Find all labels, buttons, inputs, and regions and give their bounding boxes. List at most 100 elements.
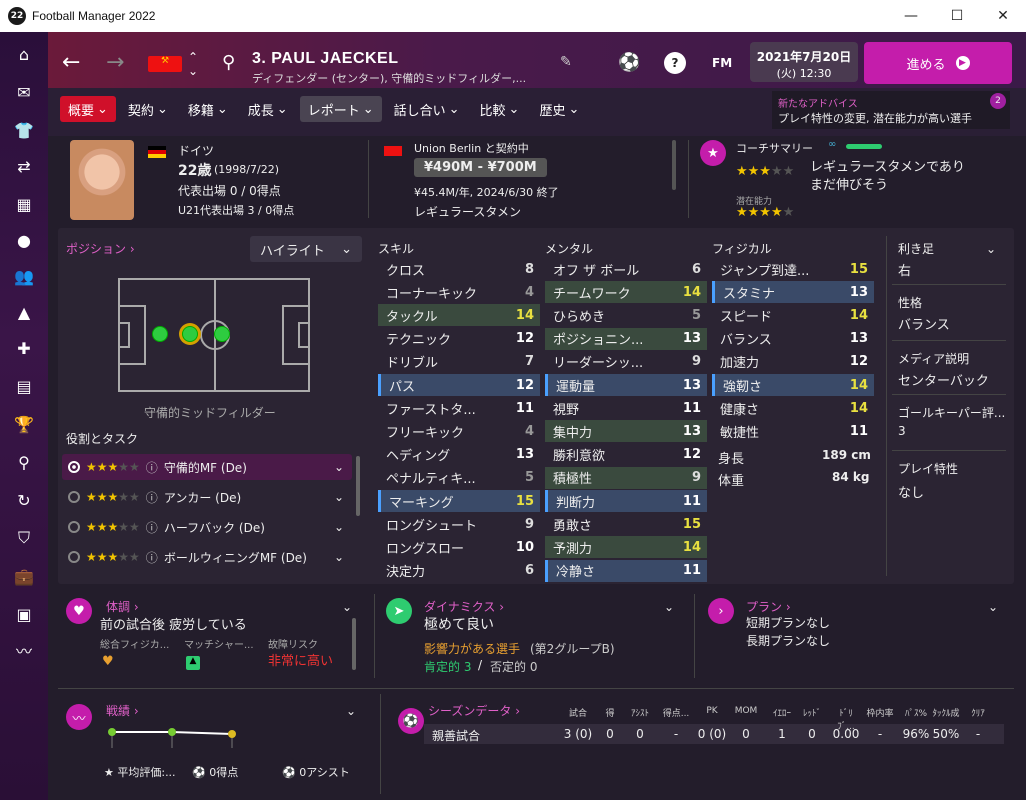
- role-item[interactable]: ★★★ ★★ ⓘ 守備的MF (De) ⌄: [62, 454, 352, 480]
- attribute-row[interactable]: 運動量 13: [545, 374, 707, 396]
- plans-title[interactable]: プラン ›: [746, 598, 791, 615]
- tab-report[interactable]: レポート ⌄: [299, 96, 382, 122]
- medical-icon[interactable]: ✚: [12, 336, 36, 360]
- stats-icon[interactable]: 〰: [12, 638, 36, 662]
- transfer-icon[interactable]: ↻: [12, 488, 36, 512]
- staff-icon[interactable]: 👥: [12, 264, 36, 288]
- tab-overview[interactable]: 概要 ⌄: [60, 96, 116, 122]
- minimize-button[interactable]: —: [888, 0, 934, 32]
- training-icon[interactable]: ▲: [12, 300, 36, 324]
- attribute-row[interactable]: テクニック 12: [378, 328, 540, 350]
- position-title[interactable]: ポジション ›: [66, 240, 135, 257]
- season-title[interactable]: シーズンデータ ›: [428, 702, 520, 719]
- attribute-row[interactable]: ペナルティキ... 5: [378, 467, 540, 489]
- condition-title[interactable]: 体調 ›: [106, 598, 139, 615]
- season-column-header[interactable]: ｸﾘｱ: [963, 706, 993, 719]
- club-badge-icon[interactable]: ⚒: [148, 56, 182, 72]
- attribute-row[interactable]: コーナーキック 4: [378, 281, 540, 303]
- chevron-down-icon[interactable]: ⌄: [988, 600, 998, 614]
- scouting-icon[interactable]: ▣: [12, 602, 36, 626]
- highlight-dropdown[interactable]: ハイライト ⌄: [250, 236, 362, 262]
- season-column-header[interactable]: ｲｴﾛｰ: [767, 706, 797, 719]
- chevron-down-icon[interactable]: ⌄: [346, 704, 356, 718]
- attribute-row[interactable]: 集中力 13: [545, 420, 707, 443]
- attribute-row[interactable]: スピード 14: [712, 304, 874, 326]
- attribute-row[interactable]: ロングシュート 9: [378, 513, 540, 535]
- attribute-row[interactable]: 視野 11: [545, 397, 707, 419]
- tab-transfer[interactable]: 移籍 ⌄: [180, 96, 236, 122]
- dynamics-icon[interactable]: ⇄: [12, 154, 36, 178]
- inbox-icon[interactable]: ✉: [12, 80, 36, 104]
- attribute-row[interactable]: オフ ザ ボール 6: [545, 258, 707, 280]
- attribute-row[interactable]: 敏捷性 11: [712, 420, 874, 442]
- attribute-row[interactable]: 判断力 11: [545, 490, 707, 512]
- maximize-button[interactable]: ☐: [934, 0, 980, 32]
- scrollbar[interactable]: [352, 618, 356, 670]
- attribute-row[interactable]: ドリブル 7: [378, 351, 540, 373]
- search-icon[interactable]: ⚲: [222, 52, 235, 73]
- tab-history[interactable]: 歴史 ⌄: [531, 96, 587, 122]
- chevron-down-icon[interactable]: ⌄: [664, 600, 674, 614]
- attribute-row[interactable]: フリーキック 4: [378, 420, 540, 442]
- attribute-row[interactable]: 予測力 14: [545, 536, 707, 559]
- season-column-header[interactable]: ｱｼｽﾄ: [625, 706, 655, 719]
- attribute-row[interactable]: ロングスロー 10: [378, 536, 540, 558]
- club-switch-icon[interactable]: ⌃ ⌄: [188, 50, 198, 78]
- attribute-row[interactable]: 加速力 12: [712, 351, 874, 373]
- close-button[interactable]: ✕: [980, 0, 1026, 32]
- fm-menu-button[interactable]: FM: [712, 56, 732, 70]
- home-icon[interactable]: ⌂: [12, 42, 36, 66]
- attribute-row[interactable]: タックル 14: [378, 304, 540, 327]
- attribute-row[interactable]: ジャンプ到達... 15: [712, 258, 874, 280]
- finance-icon[interactable]: 💼: [12, 564, 36, 588]
- roles-scrollbar[interactable]: [356, 456, 360, 516]
- attribute-row[interactable]: 健康さ 14: [712, 397, 874, 419]
- attribute-row[interactable]: クロス 8: [378, 258, 540, 280]
- role-item[interactable]: ★★★ ★★ ⓘ ボールウィニングMF (De) ⌄: [62, 544, 352, 570]
- chevron-down-icon[interactable]: ⌄: [986, 242, 996, 256]
- attribute-row[interactable]: パス 12: [378, 374, 540, 396]
- attribute-row[interactable]: リーダーシッ... 9: [545, 351, 707, 373]
- forward-arrow-icon[interactable]: →: [106, 50, 124, 75]
- help-icon[interactable]: ?: [664, 52, 686, 74]
- tab-compare[interactable]: 比較 ⌄: [472, 96, 528, 122]
- attribute-row[interactable]: 勝利意欲 12: [545, 444, 707, 466]
- season-column-header[interactable]: ﾊﾟｽ%: [901, 706, 931, 719]
- soccer-ball-icon[interactable]: ⚽: [618, 52, 640, 73]
- attribute-row[interactable]: スタミナ 13: [712, 281, 874, 304]
- attribute-row[interactable]: ファーストタ... 11: [378, 397, 540, 419]
- role-item[interactable]: ★★★ ★★ ⓘ アンカー (De) ⌄: [62, 484, 352, 510]
- season-column-header[interactable]: 得: [595, 706, 625, 719]
- attribute-row[interactable]: ひらめき 5: [545, 304, 707, 326]
- attribute-row[interactable]: 冷静さ 11: [545, 559, 707, 582]
- continue-button[interactable]: 進める ▶: [864, 42, 1012, 84]
- attribute-row[interactable]: 勇敢さ 15: [545, 513, 707, 535]
- season-column-header[interactable]: PK: [697, 706, 727, 716]
- back-arrow-icon[interactable]: ←: [62, 50, 80, 75]
- season-column-header[interactable]: MOM: [731, 706, 761, 716]
- date-box[interactable]: 2021年7月20日 (火) 12:30: [750, 42, 858, 82]
- form-title[interactable]: 戦績 ›: [106, 702, 139, 719]
- tab-development[interactable]: 成長 ⌄: [240, 96, 296, 122]
- schedule-icon[interactable]: ▤: [12, 374, 36, 398]
- season-column-header[interactable]: ﾀｯｸﾙ成: [931, 706, 961, 719]
- attribute-row[interactable]: バランス 13: [712, 328, 874, 350]
- season-column-header[interactable]: 試合: [563, 706, 593, 719]
- edit-icon[interactable]: ✎: [560, 54, 572, 70]
- attribute-row[interactable]: マーキング 15: [378, 490, 540, 512]
- season-column-header[interactable]: 得点...: [661, 706, 691, 719]
- advice-panel[interactable]: 新たなアドバイス プレイ特性の変更, 潜在能力が高い選手 2: [772, 91, 1010, 129]
- attribute-row[interactable]: ポジショニン... 13: [545, 327, 707, 350]
- attribute-row[interactable]: 積極性 9: [545, 466, 707, 489]
- dynamics-title[interactable]: ダイナミクス ›: [424, 598, 504, 615]
- attribute-row[interactable]: 決定力 6: [378, 560, 540, 582]
- squad-icon[interactable]: 👕: [12, 118, 36, 142]
- tactics-icon[interactable]: ▦: [12, 192, 36, 216]
- attribute-row[interactable]: チームワーク 14: [545, 281, 707, 304]
- trophy-icon[interactable]: 🏆: [12, 412, 36, 436]
- attribute-row[interactable]: 強靭さ 14: [712, 374, 874, 396]
- tab-contract[interactable]: 契約 ⌄: [120, 96, 176, 122]
- attribute-row[interactable]: ヘディング 13: [378, 444, 540, 466]
- club-icon[interactable]: ⛉: [12, 526, 36, 550]
- tab-talk[interactable]: 話し合い ⌄: [386, 96, 468, 122]
